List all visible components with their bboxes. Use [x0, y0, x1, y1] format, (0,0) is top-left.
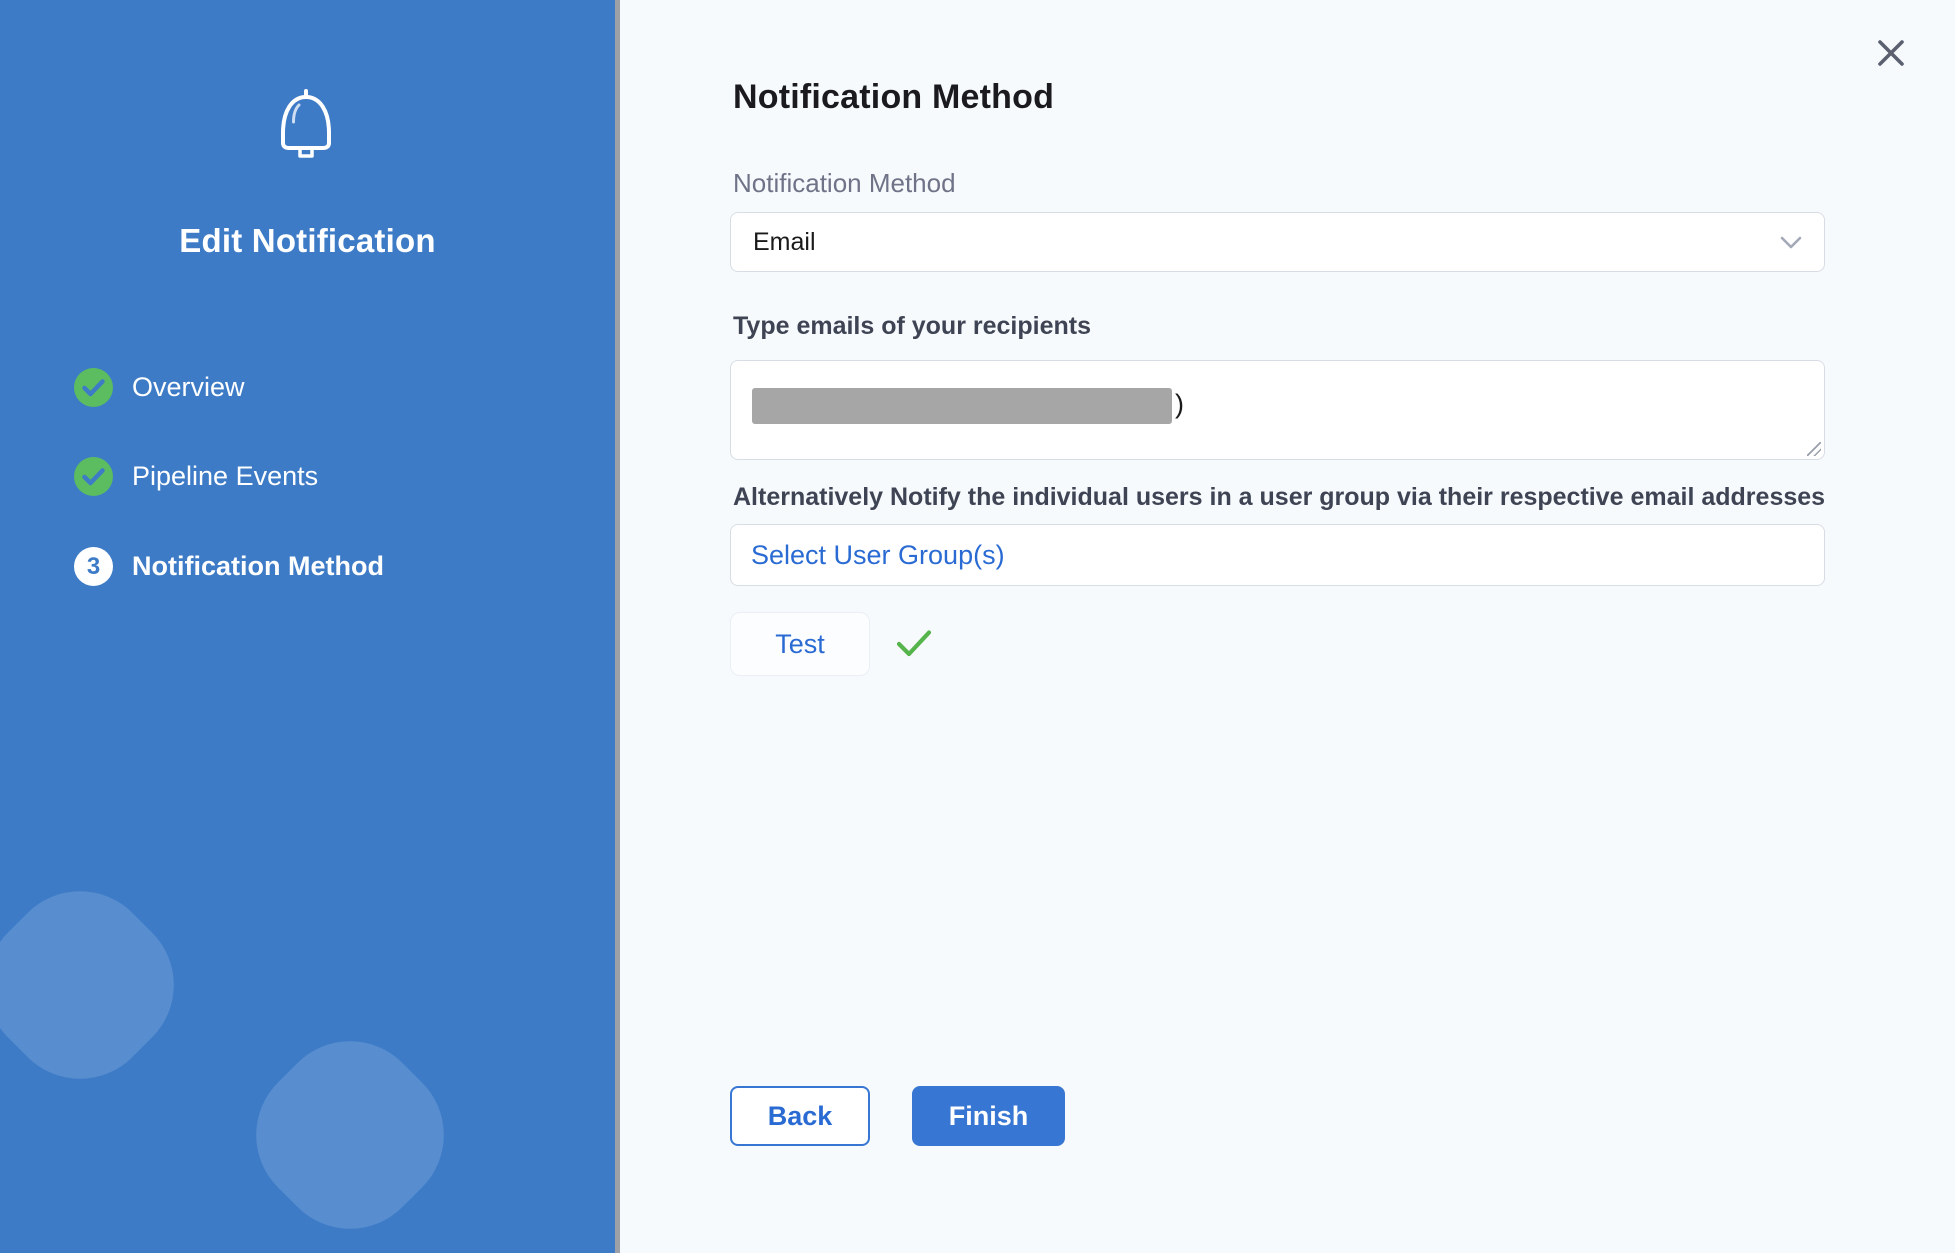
bell-icon [272, 88, 340, 168]
step-label: Notification Method [132, 551, 384, 582]
resize-handle-icon[interactable] [1807, 442, 1821, 456]
step-label: Overview [132, 372, 245, 403]
watermark-logo-link [0, 861, 204, 1110]
sidebar-step-overview[interactable]: Overview [74, 368, 245, 407]
test-row: Test [730, 612, 932, 676]
step-done-badge [74, 457, 113, 496]
usergroup-hint-label: Alternatively Notify the individual user… [733, 483, 1828, 512]
wizard-sidebar: Edit Notification Overview Pipeline Even… [0, 0, 615, 1253]
step-label: Pipeline Events [132, 461, 318, 492]
wizard-title: Edit Notification [0, 222, 615, 260]
test-button[interactable]: Test [730, 612, 870, 676]
back-button[interactable]: Back [730, 1086, 870, 1146]
watermark-logo-link [226, 1011, 475, 1253]
panel-divider [615, 0, 620, 1253]
chevron-down-icon [1780, 236, 1802, 249]
check-icon [82, 468, 105, 486]
step-done-badge [74, 368, 113, 407]
dropdown-selected-value: Email [753, 228, 1780, 257]
close-icon[interactable] [1876, 38, 1906, 68]
recipients-field-label: Type emails of your recipients [733, 312, 1091, 341]
method-field-label: Notification Method [733, 168, 956, 199]
wizard-footer: Back Finish [730, 1086, 1065, 1146]
select-user-groups-label: Select User Group(s) [751, 540, 1005, 571]
sidebar-step-notification-method[interactable]: 3 Notification Method [74, 547, 384, 586]
notification-method-dropdown[interactable]: Email [730, 212, 1825, 272]
check-icon [82, 379, 105, 397]
page-title: Notification Method [733, 78, 1054, 117]
finish-button[interactable]: Finish [912, 1086, 1065, 1146]
recipients-textarea[interactable]: ) [730, 360, 1825, 460]
sidebar-step-pipeline-events[interactable]: Pipeline Events [74, 457, 318, 496]
select-user-groups-button[interactable]: Select User Group(s) [730, 524, 1825, 586]
redacted-value-suffix: ) [1175, 389, 1184, 420]
check-icon [896, 629, 932, 659]
redacted-email-value [752, 388, 1172, 424]
step-number-badge: 3 [74, 547, 113, 586]
